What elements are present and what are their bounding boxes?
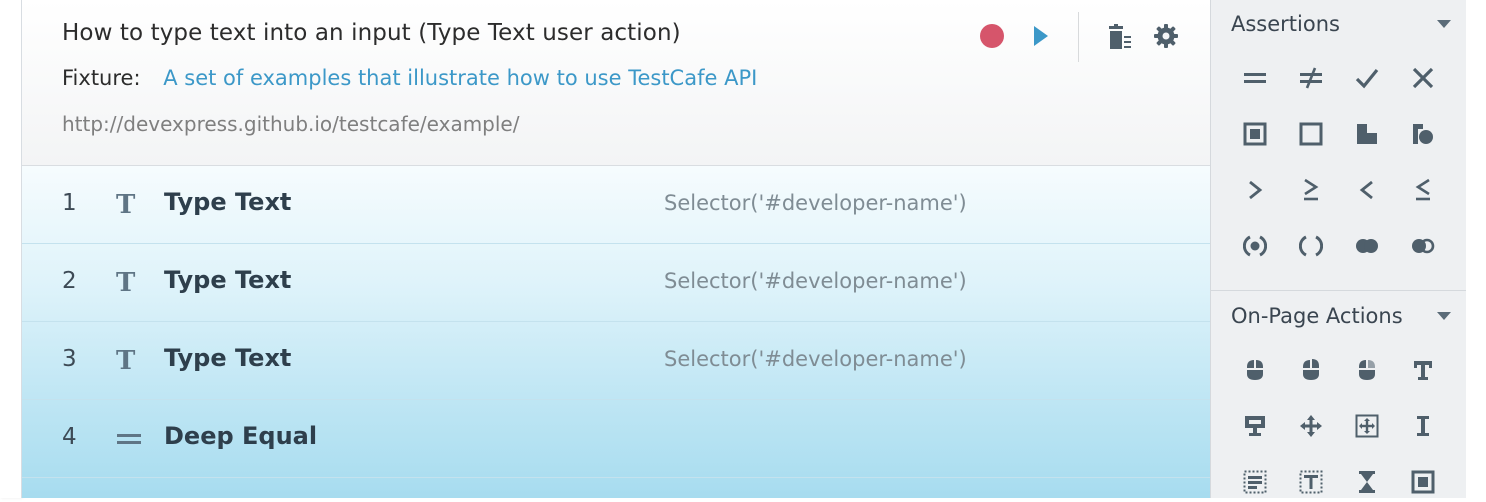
section-divider	[1211, 290, 1467, 291]
step-selector: Selector('#developer-name')	[664, 347, 967, 371]
step-number: 1	[62, 190, 77, 216]
greater-or-equal-icon[interactable]	[1291, 170, 1331, 210]
not-ok-icon[interactable]	[1403, 58, 1443, 98]
step-number: 2	[62, 268, 77, 294]
header-divider	[1078, 12, 1079, 62]
drag-to-element-icon[interactable]	[1347, 406, 1387, 446]
steps-list: 1 T Type Text Selector('#developer-name'…	[22, 166, 1210, 498]
step-selector: Selector('#developer-name')	[664, 191, 967, 215]
page-url: http://devexpress.github.io/testcafe/exa…	[62, 112, 520, 136]
caret-down-icon[interactable]	[1437, 312, 1451, 320]
run-icon[interactable]	[1032, 24, 1050, 48]
step-name: Type Text	[164, 188, 292, 216]
left-gutter	[0, 0, 22, 498]
greater-than-icon[interactable]	[1235, 170, 1275, 210]
right-click-icon[interactable]	[1291, 350, 1331, 390]
type-text-icon: T	[116, 346, 136, 376]
settings-icon[interactable]	[1154, 24, 1178, 48]
toolbox-sidebar: Assertions On-Page Actions	[1210, 0, 1467, 498]
select-text-icon[interactable]	[1403, 406, 1443, 446]
ok-icon[interactable]	[1347, 58, 1387, 98]
caret-down-icon[interactable]	[1437, 20, 1451, 28]
step-selector: Selector('#developer-name')	[664, 269, 967, 293]
step-name: Type Text	[164, 344, 292, 372]
type-text-icon: T	[116, 190, 136, 220]
step-name: Type Text	[164, 266, 292, 294]
test-header: How to type text into an input (Type Tex…	[22, 0, 1210, 166]
not-match-icon[interactable]	[1403, 226, 1443, 266]
actions-section-header[interactable]: On-Page Actions	[1211, 292, 1467, 340]
record-icon[interactable]	[980, 24, 1004, 48]
contains-icon[interactable]	[1235, 114, 1275, 154]
step-name: Deep Equal	[164, 422, 318, 450]
step-row[interactable]: 3 T Type Text Selector('#developer-name'…	[22, 322, 1210, 400]
step-row[interactable]: 1 T Type Text Selector('#developer-name'…	[22, 166, 1210, 244]
delete-icon[interactable]	[1108, 24, 1132, 50]
press-key-icon[interactable]	[1403, 462, 1443, 502]
test-title[interactable]: How to type text into an input (Type Tex…	[62, 20, 681, 46]
double-click-icon[interactable]	[1347, 350, 1387, 390]
less-or-equal-icon[interactable]	[1403, 170, 1443, 210]
step-number: 3	[62, 346, 77, 372]
click-icon[interactable]	[1235, 350, 1275, 390]
within-icon[interactable]	[1235, 226, 1275, 266]
assertions-title: Assertions	[1231, 12, 1340, 36]
not-contains-icon[interactable]	[1291, 114, 1331, 154]
match-icon[interactable]	[1347, 226, 1387, 266]
select-editable-content-icon[interactable]	[1291, 462, 1331, 502]
select-textarea-content-icon[interactable]	[1235, 462, 1275, 502]
type-text-icon: T	[116, 268, 136, 298]
assertions-section-header[interactable]: Assertions	[1211, 0, 1467, 48]
hover-icon[interactable]	[1235, 406, 1275, 446]
fixture-label: Fixture:	[62, 66, 141, 90]
step-row[interactable]: 4 Deep Equal	[22, 400, 1210, 478]
window-edge	[1466, 0, 1486, 498]
deep-equal-icon	[116, 426, 142, 452]
fixture-row: Fixture: A set of examples that illustra…	[62, 66, 757, 90]
step-row[interactable]: 2 T Type Text Selector('#developer-name'…	[22, 244, 1210, 322]
type-text-icon[interactable]	[1403, 350, 1443, 390]
drag-icon[interactable]	[1291, 406, 1331, 446]
test-editor: How to type text into an input (Type Tex…	[22, 0, 1210, 498]
deep-equal-icon[interactable]	[1235, 58, 1275, 98]
step-number: 4	[62, 424, 77, 450]
type-of-icon[interactable]	[1347, 114, 1387, 154]
not-deep-equal-icon[interactable]	[1291, 58, 1331, 98]
not-type-of-icon[interactable]	[1403, 114, 1443, 154]
not-within-icon[interactable]	[1291, 226, 1331, 266]
fixture-link[interactable]: A set of examples that illustrate how to…	[163, 66, 757, 90]
less-than-icon[interactable]	[1347, 170, 1387, 210]
wait-icon[interactable]	[1347, 462, 1387, 502]
actions-title: On-Page Actions	[1231, 304, 1403, 328]
